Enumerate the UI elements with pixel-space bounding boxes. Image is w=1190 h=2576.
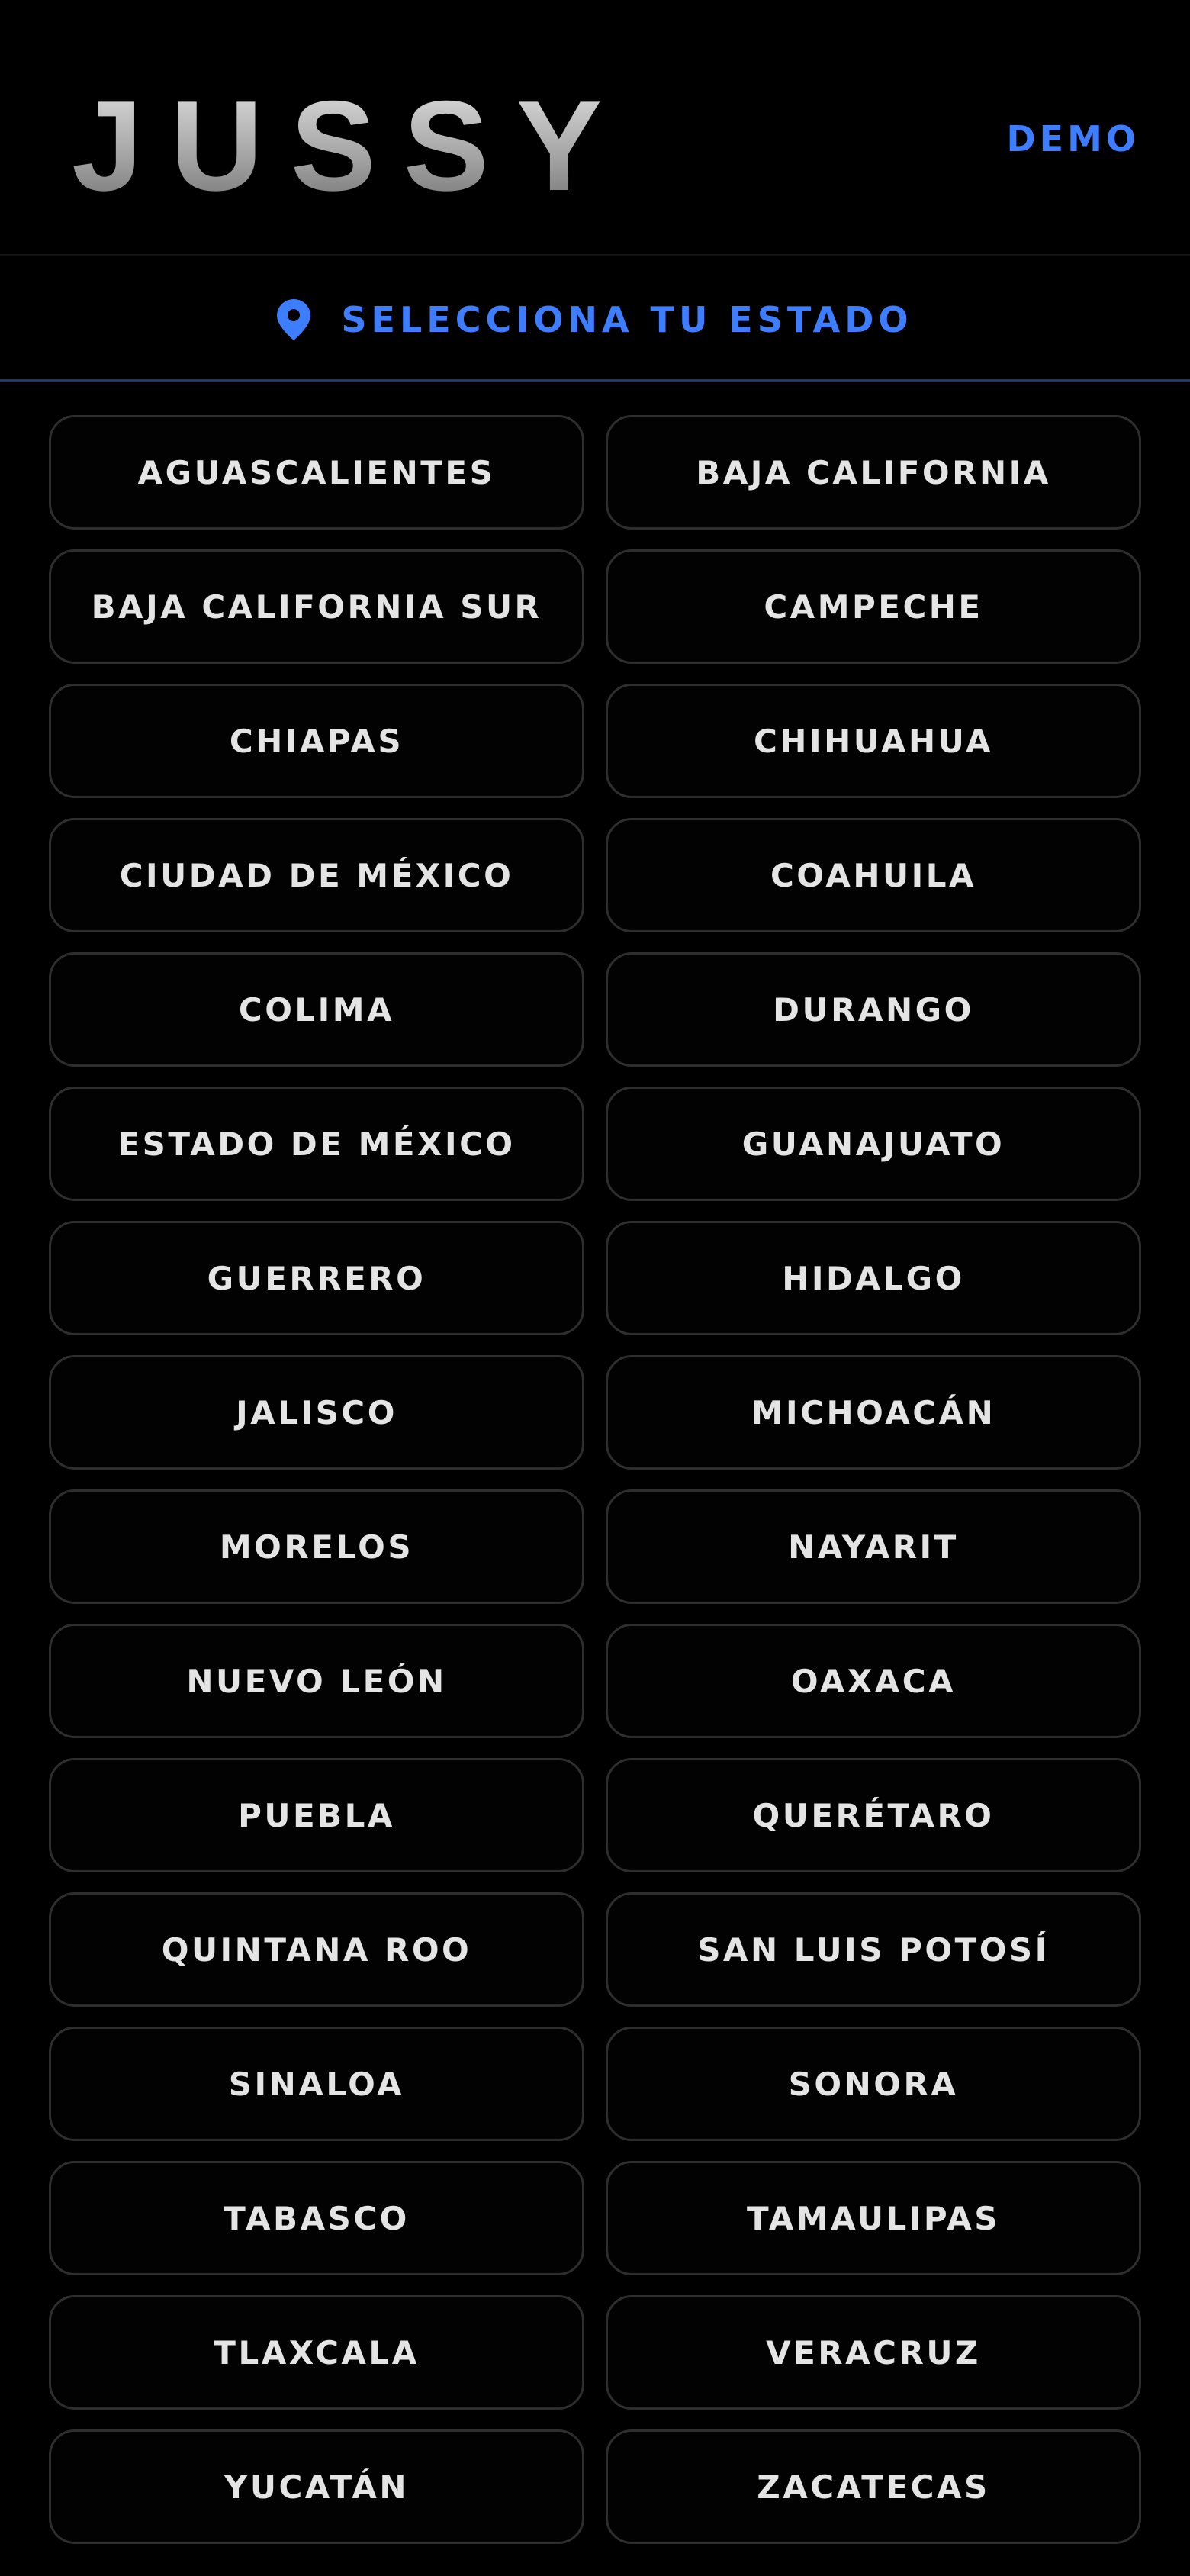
state-button[interactable]: SONORA bbox=[606, 2027, 1141, 2141]
state-button[interactable]: QUERÉTARO bbox=[606, 1758, 1141, 1872]
state-button[interactable]: MICHOACÁN bbox=[606, 1355, 1141, 1470]
state-button[interactable]: YUCATÁN bbox=[49, 2429, 584, 2544]
demo-link[interactable]: DEMO bbox=[1007, 116, 1140, 162]
state-button[interactable]: JALISCO bbox=[49, 1355, 584, 1470]
state-button[interactable]: GUERRERO bbox=[49, 1221, 584, 1335]
state-button[interactable]: ESTADO DE MÉXICO bbox=[49, 1087, 584, 1201]
state-button[interactable]: TLAXCALA bbox=[49, 2295, 584, 2410]
state-button[interactable]: CHIAPAS bbox=[49, 684, 584, 798]
app-logo: JUSSY bbox=[72, 74, 629, 217]
state-button[interactable]: PUEBLA bbox=[49, 1758, 584, 1872]
state-button[interactable]: QUINTANA ROO bbox=[49, 1892, 584, 2007]
state-button[interactable]: CAMPECHE bbox=[606, 549, 1141, 664]
state-button[interactable]: HIDALGO bbox=[606, 1221, 1141, 1335]
state-button[interactable]: DURANGO bbox=[606, 952, 1141, 1067]
state-button[interactable]: AGUASCALIENTES bbox=[49, 415, 584, 530]
state-button[interactable]: COLIMA bbox=[49, 952, 584, 1067]
state-button[interactable]: OAXACA bbox=[606, 1624, 1141, 1738]
state-button[interactable]: MORELOS bbox=[49, 1489, 584, 1604]
state-button[interactable]: NUEVO LEÓN bbox=[49, 1624, 584, 1738]
state-selector-header: SELECCIONA TU ESTADO bbox=[0, 259, 1190, 382]
state-button[interactable]: ZACATECAS bbox=[606, 2429, 1141, 2544]
state-button[interactable]: GUANAJUATO bbox=[606, 1087, 1141, 1201]
state-button[interactable]: SINALOA bbox=[49, 2027, 584, 2141]
state-button[interactable]: NAYARIT bbox=[606, 1489, 1141, 1604]
map-pin-icon bbox=[277, 298, 311, 340]
state-button[interactable]: BAJA CALIFORNIA bbox=[606, 415, 1141, 530]
select-state-title: SELECCIONA TU ESTADO bbox=[341, 298, 913, 340]
state-button[interactable]: COAHUILA bbox=[606, 818, 1141, 932]
state-button[interactable]: CIUDAD DE MÉXICO bbox=[49, 818, 584, 932]
state-button[interactable]: TABASCO bbox=[49, 2161, 584, 2275]
state-button[interactable]: BAJA CALIFORNIA SUR bbox=[49, 549, 584, 664]
state-button[interactable]: TAMAULIPAS bbox=[606, 2161, 1141, 2275]
state-button[interactable]: SAN LUIS POTOSÍ bbox=[606, 1892, 1141, 2007]
state-grid: AGUASCALIENTES BAJA CALIFORNIA BAJA CALIFO… bbox=[49, 415, 1141, 2544]
state-button[interactable]: CHIHUAHUA bbox=[606, 684, 1141, 798]
app-header: JUSSY DEMO bbox=[0, 0, 1190, 256]
state-button[interactable]: VERACRUZ bbox=[606, 2295, 1141, 2410]
